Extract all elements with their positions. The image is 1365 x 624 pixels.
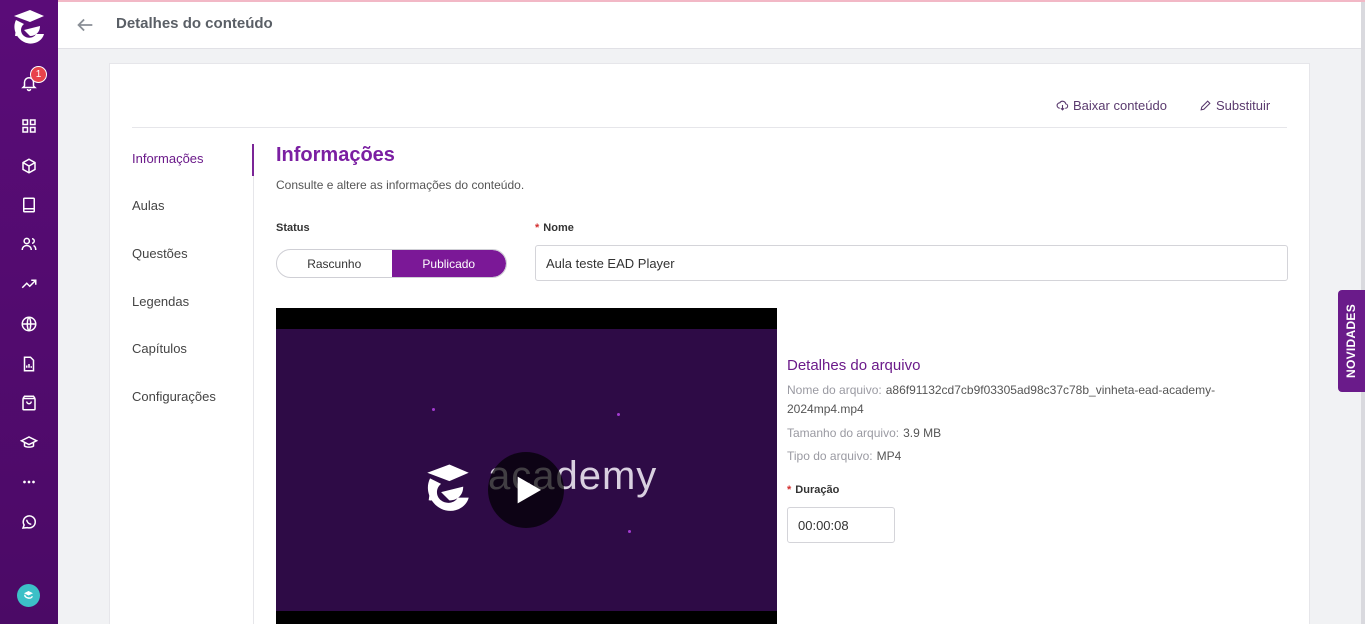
header-divider [132,127,1287,128]
status-option-rascunho[interactable]: Rascunho [277,250,392,277]
status-toggle: Rascunho Publicado [276,249,507,278]
book-icon[interactable] [17,193,41,217]
back-arrow-icon[interactable] [74,14,96,36]
cloud-download-icon [1056,100,1069,111]
tab-informacoes[interactable]: Informações [132,151,204,166]
download-content-label: Baixar conteúdo [1073,98,1167,113]
sparkle-dot [617,413,620,416]
required-asterisk: * [535,222,540,234]
report-icon[interactable] [17,352,41,376]
novidades-label: NOVIDADES [1344,303,1359,379]
cube-icon[interactable] [17,154,41,178]
more-icon[interactable] [17,470,41,494]
status-option-publicado[interactable]: Publicado [391,250,506,277]
globe-icon[interactable] [17,312,41,336]
duration-input[interactable] [787,507,895,543]
file-type-row: Tipo do arquivo: MP4 [787,447,1257,466]
replace-button[interactable]: Substituir [1199,98,1270,113]
video-player[interactable]: academy [276,308,777,624]
page-title: Detalhes do conteúdo [116,15,273,32]
required-asterisk: * [787,484,792,496]
name-label: * Nome [535,222,574,234]
file-type-label: Tipo do arquivo: [787,449,873,463]
file-size-label: Tamanho do arquivo: [787,426,900,440]
sparkle-dot [628,530,631,533]
brand-logo-icon[interactable] [10,6,48,48]
tab-capitulos[interactable]: Capítulos [132,341,187,356]
sparkle-dot [432,408,435,411]
file-name-label: Nome do arquivo: [787,383,882,397]
file-details-title: Detalhes do arquivo [787,357,921,374]
notification-badge: 1 [30,66,47,83]
video-frame: academy [276,329,777,611]
novidades-tab[interactable]: NOVIDADES [1338,290,1365,392]
content-card: Baixar conteúdo Substituir Informações A… [109,63,1310,624]
file-size-row: Tamanho do arquivo: 3.9 MB [787,424,1257,443]
whatsapp-icon[interactable] [17,510,41,534]
users-icon[interactable] [17,232,41,256]
duration-label: * Duração [787,484,839,496]
replace-label: Substituir [1216,98,1271,113]
section-subtitle: Consulte e altere as informações do cont… [276,178,525,192]
name-label-text: Nome [543,222,574,234]
video-brand-logo-icon [421,459,475,517]
user-avatar[interactable] [17,584,40,607]
graduation-cap-icon[interactable] [17,431,41,455]
file-type-value: MP4 [876,449,902,463]
tab-questoes[interactable]: Questões [132,246,188,261]
tabs-divider [253,144,254,414]
tab-aulas[interactable]: Aulas [132,198,165,213]
section-title: Informações [276,144,395,166]
play-icon [517,476,541,504]
file-name-row: Nome do arquivo: a86f91132cd7cb9f03305ad9… [787,381,1257,419]
trending-up-icon[interactable] [17,272,41,296]
status-label: Status [276,222,310,234]
tab-legendas[interactable]: Legendas [132,294,189,309]
file-size-value: 3.9 MB [903,426,942,440]
name-input[interactable] [535,245,1288,281]
play-button[interactable] [488,452,564,528]
dashboard-grid-icon[interactable] [17,114,41,138]
download-content-button[interactable]: Baixar conteúdo [1056,98,1167,113]
tabs-divider-lower [253,414,254,624]
pencil-icon [1200,100,1211,111]
tab-configuracoes[interactable]: Configurações [132,389,216,404]
duration-label-text: Duração [795,484,840,496]
shopping-bag-icon[interactable] [17,391,41,415]
sidebar: 1 [0,0,58,624]
page-header: Detalhes do conteúdo [58,2,1361,49]
active-tab-indicator [252,144,254,176]
